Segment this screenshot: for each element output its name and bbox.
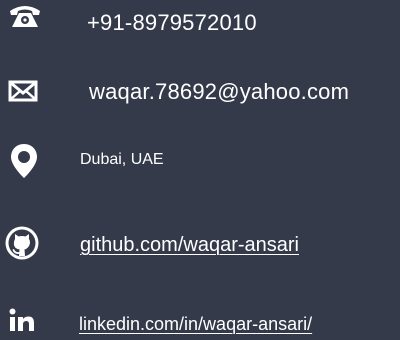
location-text: Dubai, UAE — [80, 151, 164, 168]
envelope-icon — [8, 80, 38, 102]
contact-phone: +91-8979572010 — [0, 0, 400, 50]
phone-number: +91-8979572010 — [87, 10, 257, 35]
contact-location: Dubai, UAE — [0, 140, 400, 185]
github-icon — [4, 225, 40, 261]
map-pin-icon — [10, 143, 38, 179]
linkedin-icon — [9, 308, 35, 332]
github-link[interactable]: github.com/waqar-ansari — [80, 235, 299, 255]
linkedin-link[interactable]: linkedin.com/in/waqar-ansari/ — [79, 315, 312, 333]
contact-linkedin[interactable]: linkedin.com/in/waqar-ansari/ — [0, 303, 400, 340]
email-address: waqar.78692@yahoo.com — [89, 79, 350, 104]
contact-github[interactable]: github.com/waqar-ansari — [0, 222, 400, 267]
telephone-icon — [8, 2, 42, 28]
contact-email: waqar.78692@yahoo.com — [0, 70, 400, 115]
